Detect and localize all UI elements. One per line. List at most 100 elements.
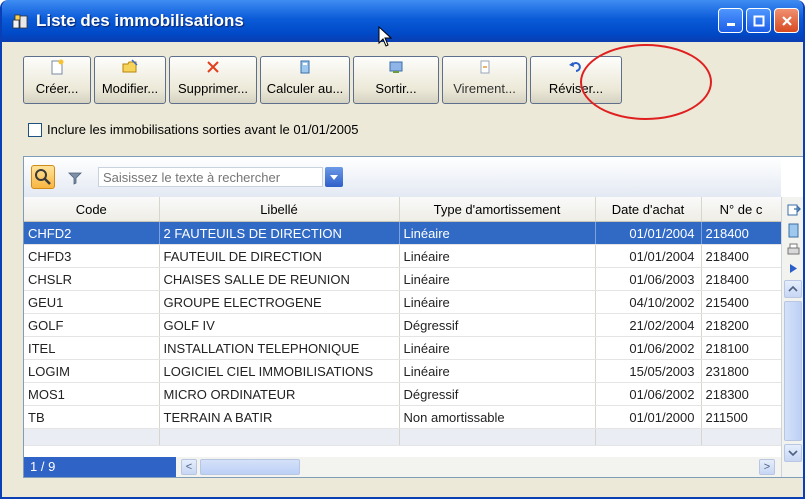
table-row[interactable]: GOLF GOLF IV Dégressif 21/02/2004 218200	[24, 313, 782, 337]
calculate-button[interactable]: Calculer au...	[260, 56, 350, 104]
modify-button[interactable]: Modifier...	[94, 56, 166, 104]
search-dropdown-button[interactable]	[325, 167, 343, 187]
close-button[interactable]	[774, 8, 799, 33]
table-row[interactable]: GEU1 GROUPE ELECTROGENE Linéaire 04/10/2…	[24, 290, 782, 314]
calculate-button-label: Calculer au...	[266, 81, 344, 96]
cell-compte: 231800	[701, 359, 782, 383]
mouse-cursor-icon	[378, 26, 393, 47]
cell-date: 15/05/2003	[595, 359, 702, 383]
cell-compte: 218300	[701, 382, 782, 406]
cell-libelle: GOLF IV	[159, 313, 400, 337]
create-button[interactable]: Créer...	[23, 56, 91, 104]
cell-date: 21/02/2004	[595, 313, 702, 337]
asset-list-icon	[12, 14, 28, 29]
chevron-right-icon: >	[763, 461, 771, 473]
export-icon[interactable]	[786, 202, 801, 217]
cell-date: 01/06/2002	[595, 336, 702, 360]
cell-code: CHFD2	[24, 221, 160, 245]
transfer-button-label: Virement...	[453, 81, 516, 96]
minimize-icon	[726, 22, 735, 26]
calculate-icon	[300, 60, 310, 74]
search-input[interactable]	[98, 167, 323, 187]
cell-code: CHFD3	[24, 244, 160, 268]
table-header-row: Code Libellé Type d'amortissement Date d…	[24, 197, 782, 222]
exit-button[interactable]: Sortir...	[353, 56, 439, 104]
cell-code: LOGIM	[24, 359, 160, 383]
title-bar[interactable]: Liste des immobilisations	[2, 0, 803, 42]
delete-button[interactable]: Supprimer...	[169, 56, 257, 104]
cell-compte: 218400	[701, 244, 782, 268]
delete-x-icon	[207, 61, 219, 73]
table-row[interactable]: CHFD2 2 FAUTEUILS DE DIRECTION Linéaire …	[24, 221, 782, 245]
table-row[interactable]: ITEL INSTALLATION TELEPHONIQUE Linéaire …	[24, 336, 782, 360]
table-row[interactable]: CHFD3 FAUTEUIL DE DIRECTION Linéaire 01/…	[24, 244, 782, 268]
maximize-icon	[753, 15, 764, 26]
table-row[interactable]: TB TERRAIN A BATIR Non amortissable 01/0…	[24, 405, 782, 429]
new-document-icon	[51, 59, 64, 75]
include-exited-filter[interactable]: Inclure les immobilisations sorties avan…	[28, 122, 358, 137]
exit-asset-icon	[389, 61, 403, 73]
highlight-circle	[580, 44, 712, 120]
cell-code: TB	[24, 405, 160, 429]
play-arrow-icon[interactable]	[786, 261, 801, 276]
cell-date: 01/01/2004	[595, 244, 702, 268]
cell-date: 01/01/2004	[595, 221, 702, 245]
cell-libelle: MICRO ORDINATEUR	[159, 382, 400, 406]
chevron-left-icon: <	[185, 461, 193, 473]
toolbar: Créer... Modifier... Supprimer... Calcul…	[23, 56, 625, 106]
cell-date: 01/01/2000	[595, 405, 702, 429]
column-header-code[interactable]: Code	[24, 197, 160, 222]
transfer-icon	[480, 60, 489, 74]
cell-libelle: INSTALLATION TELEPHONIQUE	[159, 336, 400, 360]
horizontal-scrollbar[interactable]: < >	[176, 457, 781, 477]
column-header-compte[interactable]: N° de c	[701, 197, 782, 222]
include-exited-checkbox[interactable]	[28, 122, 42, 137]
delete-button-label: Supprimer...	[177, 81, 249, 96]
scroll-right-button[interactable]: >	[759, 459, 775, 475]
cell-type: Linéaire	[399, 267, 596, 291]
cell-libelle: GROUPE ELECTROGENE	[159, 290, 400, 314]
cell-libelle: FAUTEUIL DE DIRECTION	[159, 244, 400, 268]
cell-date: 01/06/2002	[595, 382, 702, 406]
cell-type: Dégressif	[399, 313, 596, 337]
search-icon	[35, 169, 51, 185]
cell-compte: 218200	[701, 313, 782, 337]
column-header-type[interactable]: Type d'amortissement	[399, 197, 596, 222]
close-icon	[781, 15, 792, 26]
table-row[interactable]: CHSLR CHAISES SALLE DE REUNION Linéaire …	[24, 267, 782, 291]
record-position: 1 / 9	[24, 457, 176, 477]
cell-code: CHSLR	[24, 267, 160, 291]
column-header-libelle[interactable]: Libellé	[159, 197, 400, 222]
open-folder-icon	[122, 59, 138, 73]
immobilisations-window: Liste des immobilisations Créer... Modif…	[0, 0, 805, 499]
print-icon[interactable]	[786, 242, 801, 257]
cell-code: GOLF	[24, 313, 160, 337]
cell-libelle: 2 FAUTEUILS DE DIRECTION	[159, 221, 400, 245]
cell-type: Dégressif	[399, 382, 596, 406]
exit-button-label: Sortir...	[375, 81, 417, 96]
include-exited-label: Inclure les immobilisations sorties avan…	[47, 122, 359, 137]
cell-compte: 218400	[701, 221, 782, 245]
maximize-button[interactable]	[746, 8, 771, 33]
create-button-label: Créer...	[35, 81, 79, 96]
column-header-date[interactable]: Date d'achat	[595, 197, 702, 222]
cell-compte: 218100	[701, 336, 782, 360]
cell-code: GEU1	[24, 290, 160, 314]
horizontal-scroll-thumb[interactable]	[200, 459, 300, 475]
scroll-up-button[interactable]	[784, 280, 802, 298]
transfer-button[interactable]: Virement...	[442, 56, 527, 104]
calculator-icon[interactable]	[786, 223, 801, 238]
grid-footer: 1 / 9 < >	[24, 457, 803, 477]
chevron-up-icon	[788, 285, 798, 292]
filter-icon[interactable]	[68, 171, 82, 185]
vertical-scroll-thumb[interactable]	[784, 301, 802, 441]
cell-date: 04/10/2002	[595, 290, 702, 314]
minimize-button[interactable]	[718, 8, 743, 33]
cell-date: 01/06/2003	[595, 267, 702, 291]
table-row[interactable]: LOGIM LOGICIEL CIEL IMMOBILISATIONS Liné…	[24, 359, 782, 383]
scroll-left-button[interactable]: <	[181, 459, 197, 475]
cell-type: Linéaire	[399, 244, 596, 268]
table-row[interactable]: MOS1 MICRO ORDINATEUR Dégressif 01/06/20…	[24, 382, 782, 406]
cell-libelle: LOGICIEL CIEL IMMOBILISATIONS	[159, 359, 400, 383]
search-button[interactable]	[31, 165, 55, 189]
